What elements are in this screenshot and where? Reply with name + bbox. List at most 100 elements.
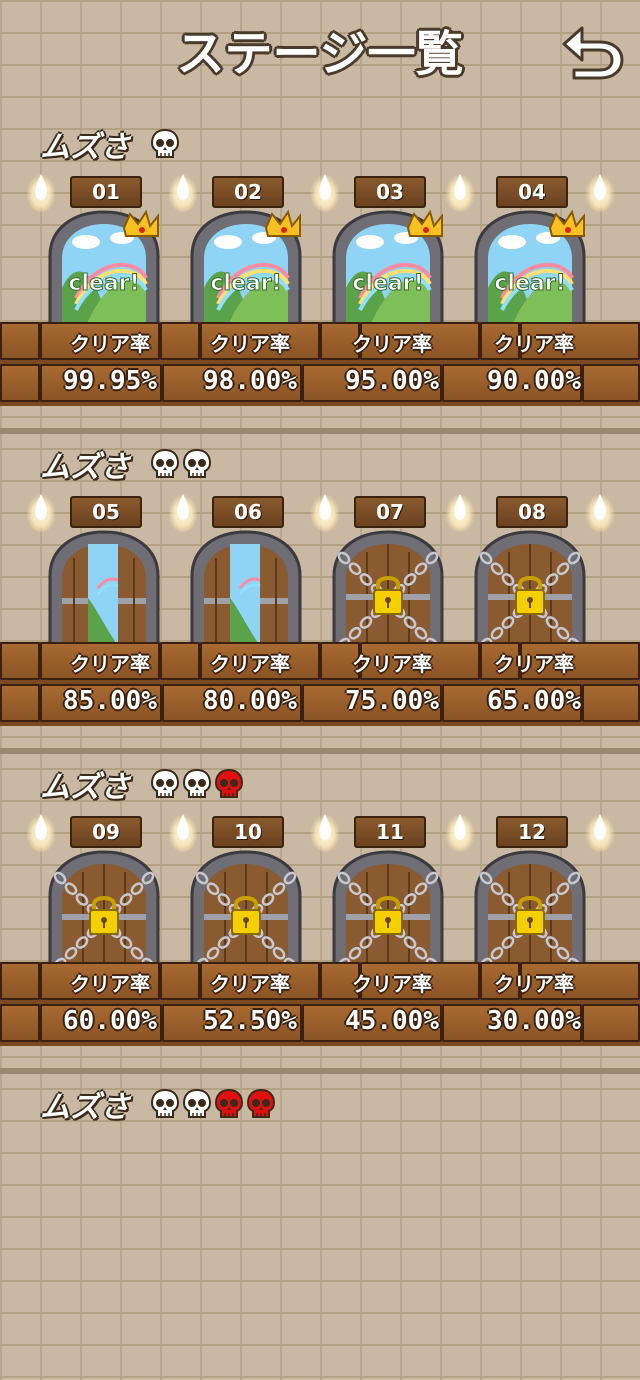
svg-text:clear!: clear!	[352, 271, 423, 296]
clear-rate-value: 60.00%	[63, 1006, 157, 1036]
clear-rate-label: クリア率	[352, 332, 432, 356]
clear-rate-label: クリア率	[352, 972, 432, 996]
section-divider	[0, 428, 640, 434]
clear-rate-value: 45.00%	[345, 1006, 439, 1036]
stage-09-door[interactable]: 09	[46, 816, 166, 976]
clear-rate-value: 90.00%	[487, 366, 581, 396]
clear-rate-value: 95.00%	[345, 366, 439, 396]
stage-number-sign: 05	[70, 496, 142, 528]
clear-rate-value: 98.00%	[203, 366, 297, 396]
wooden-counter: クリア率 60.00% クリア率 52.50% クリア率 45.00% クリア率 30.00%	[0, 962, 640, 1046]
stage-06-door[interactable]: 06	[188, 496, 308, 656]
clear-rate-label: クリア率	[494, 652, 574, 676]
clear-rate-value: 30.00%	[487, 1006, 581, 1036]
stage-number-sign: 01	[70, 176, 142, 208]
wooden-counter: クリア率 85.00% クリア率 80.00% クリア率 75.00% クリア率 65.00%	[0, 642, 640, 726]
back-button[interactable]	[560, 20, 624, 80]
difficulty-label: ムズさ	[40, 770, 130, 805]
clear-rate-value: 85.00%	[63, 686, 157, 716]
locked-door-icon	[474, 530, 586, 646]
undo-arrow-icon	[562, 26, 624, 80]
difficulty-label: ムズさ	[40, 130, 130, 165]
skull-icon	[150, 128, 180, 158]
difficulty-section: ムズさ 09 10 11 12 クリア率 60.00% クリア率 52.50% …	[0, 748, 640, 1060]
stage-number-sign: 07	[354, 496, 426, 528]
clear-rate-value: 52.50%	[203, 1006, 297, 1036]
skull-icon	[182, 448, 212, 478]
stage-number-sign: 08	[496, 496, 568, 528]
skull-icon	[214, 1088, 244, 1118]
skull-icon	[150, 768, 180, 798]
stage-number-sign: 11	[354, 816, 426, 848]
clear-rate-label: クリア率	[70, 332, 150, 356]
difficulty-header: ムズさ	[40, 442, 212, 486]
stage-number-sign: 06	[212, 496, 284, 528]
difficulty-skulls	[150, 768, 244, 800]
stage-12-door[interactable]: 12	[472, 816, 592, 976]
stage-11-door[interactable]: 11	[330, 816, 450, 976]
locked-door-icon	[474, 850, 586, 966]
skull-icon	[182, 1088, 212, 1118]
cleared-door-icon: clear!	[190, 209, 302, 326]
cleared-door-icon: clear!	[474, 209, 586, 326]
svg-text:clear!: clear!	[210, 271, 281, 296]
crown-icon	[122, 209, 159, 237]
difficulty-skulls	[150, 448, 212, 480]
clear-rate-value: 99.95%	[63, 366, 157, 396]
open-door-icon	[190, 530, 302, 646]
skull-icon	[150, 448, 180, 478]
stage-04-door[interactable]: 04 clear!	[472, 176, 592, 336]
stage-01-door[interactable]: 01 clear!	[46, 176, 166, 336]
skull-icon	[214, 768, 244, 798]
stage-number-sign: 03	[354, 176, 426, 208]
stage-08-door[interactable]: 08	[472, 496, 592, 656]
locked-door-icon	[332, 850, 444, 966]
locked-door-icon	[48, 850, 160, 966]
stage-02-door[interactable]: 02 clear!	[188, 176, 308, 336]
clear-rate-value: 75.00%	[345, 686, 439, 716]
locked-door-icon	[190, 850, 302, 966]
open-door-icon	[48, 530, 160, 646]
skull-icon	[246, 1088, 276, 1118]
stage-number-sign: 02	[212, 176, 284, 208]
stage-number-sign: 10	[212, 816, 284, 848]
section-divider	[0, 1068, 640, 1074]
clear-rate-value: 80.00%	[203, 686, 297, 716]
crown-icon	[264, 209, 301, 237]
difficulty-header: ムズさ	[40, 762, 244, 806]
difficulty-label: ムズさ	[40, 1090, 130, 1125]
cleared-door-icon: clear!	[48, 209, 160, 326]
svg-text:clear!: clear!	[68, 271, 139, 296]
stage-07-door[interactable]: 07	[330, 496, 450, 656]
stage-number-sign: 09	[70, 816, 142, 848]
header: ステージ一覧	[0, 0, 640, 100]
difficulty-section: ムズさ 01 clear! 02 clear! 03 clear! 04 cle…	[0, 120, 640, 420]
stage-number-sign: 12	[496, 816, 568, 848]
stage-05-door[interactable]: 05	[46, 496, 166, 656]
stage-10-door[interactable]: 10	[188, 816, 308, 976]
clear-rate-label: クリア率	[210, 332, 290, 356]
clear-rate-label: クリア率	[494, 332, 574, 356]
difficulty-label: ムズさ	[40, 450, 130, 485]
crown-icon	[548, 209, 585, 237]
skull-icon	[182, 768, 212, 798]
difficulty-skulls	[150, 1088, 276, 1120]
clear-rate-label: クリア率	[70, 972, 150, 996]
clear-rate-label: クリア率	[494, 972, 574, 996]
stage-03-door[interactable]: 03 clear!	[330, 176, 450, 336]
clear-rate-label: クリア率	[210, 972, 290, 996]
difficulty-section: ムズさ	[0, 1068, 640, 1380]
difficulty-header: ムズさ	[40, 1082, 276, 1126]
svg-text:clear!: clear!	[494, 271, 565, 296]
cleared-door-icon: clear!	[332, 209, 444, 326]
difficulty-skulls	[150, 128, 180, 160]
stage-number-sign: 04	[496, 176, 568, 208]
crown-icon	[406, 209, 443, 237]
page-title: ステージ一覧	[176, 26, 464, 82]
clear-rate-label: クリア率	[70, 652, 150, 676]
difficulty-header: ムズさ	[40, 122, 180, 166]
clear-rate-label: クリア率	[352, 652, 432, 676]
wooden-counter: クリア率 99.95% クリア率 98.00% クリア率 95.00% クリア率 90.00%	[0, 322, 640, 406]
section-divider	[0, 748, 640, 754]
difficulty-section: ムズさ 05 06 07 08 クリア率 85.00% クリア率 80.00% …	[0, 428, 640, 740]
